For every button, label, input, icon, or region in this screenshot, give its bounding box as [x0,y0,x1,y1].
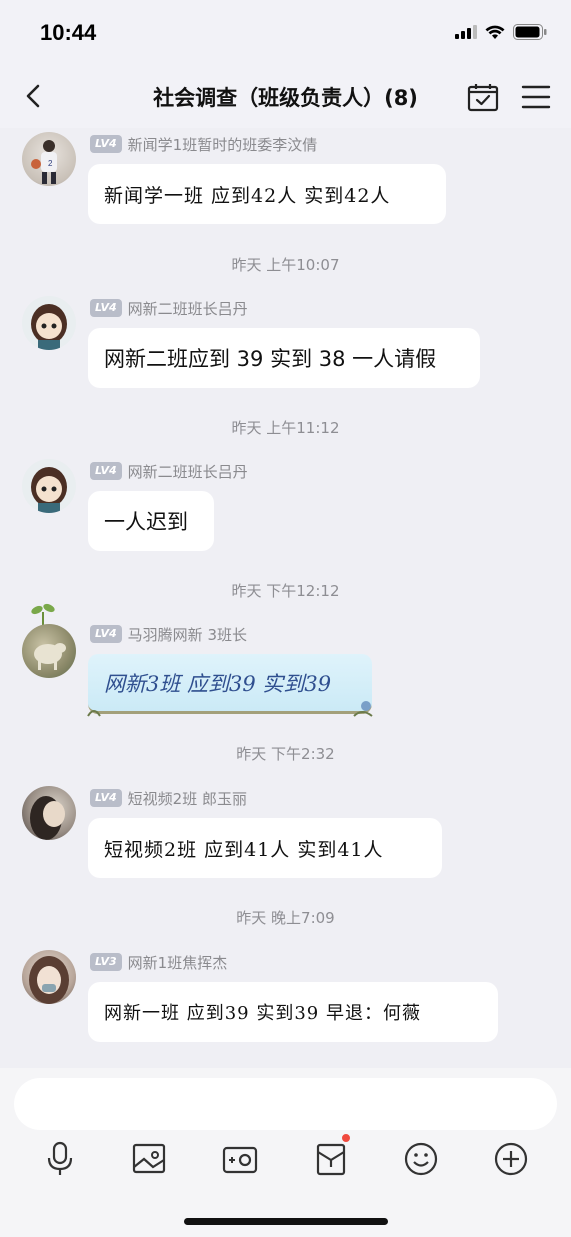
message-bubble[interactable]: 一人迟到 [88,491,214,551]
message-meta: LV4 网新二班班长吕丹 [90,461,248,481]
image-icon[interactable] [130,1140,168,1178]
timestamp: 昨天 下午12:12 [231,582,340,600]
timestamp: 昨天 晚上7:09 [236,909,335,927]
message-list[interactable]: 2 LV4 新闻学1班暂时的班委李汶倩 新闻学一班 应到42人 实到42人 昨天… [0,128,571,1068]
avatar[interactable] [22,459,76,513]
level-badge: LV4 [90,625,122,643]
plus-icon[interactable] [492,1140,530,1178]
timestamp: 昨天 上午10:07 [231,256,340,274]
sprout-icon [31,603,55,626]
svg-text:2: 2 [48,159,53,168]
menu-icon[interactable] [520,82,552,112]
sender-name: 网新1班焦挥杰 [127,953,228,972]
calendar-check-icon[interactable] [466,82,500,112]
message-meta: LV4 马羽腾网新 3班长 [90,624,247,644]
red-packet-icon[interactable] [312,1140,350,1178]
message-bubble[interactable]: 短视频2班 应到41人 实到41人 [88,818,442,878]
home-indicator[interactable] [184,1218,388,1225]
avatar[interactable] [22,950,76,1004]
level-badge: LV3 [90,953,122,971]
toolbar [0,1132,571,1180]
sender-name: 网新二班班长吕丹 [127,462,248,481]
notification-dot [340,1132,352,1144]
timestamp: 昨天 下午2:32 [236,745,335,763]
avatar-image [30,796,65,840]
message-meta: LV3 网新1班焦挥杰 [90,952,227,972]
message-bubble[interactable]: 新闻学一班 应到42人 实到42人 [88,164,446,224]
bubble-decoration [87,701,373,717]
sender-name: 新闻学1班暂时的班委李汶倩 [127,135,318,154]
avatar-image [29,956,69,1004]
sender-name: 短视频2班 郎玉丽 [127,789,247,808]
battery-icon [513,24,547,40]
level-badge: LV4 [90,135,122,153]
avatar[interactable]: 2 [22,132,76,186]
input-bar [0,1068,571,1237]
microphone-icon[interactable] [41,1140,79,1178]
status-bar: 10:44 [0,0,571,64]
camera-icon[interactable] [221,1140,259,1178]
sender-name: 网新二班班长吕丹 [127,299,248,318]
avatar-image: 2 [31,140,57,184]
sender-name: 马羽腾网新 3班长 [127,625,247,644]
avatar[interactable] [22,624,76,678]
avatar-image [31,467,67,513]
message-bubble[interactable]: 网新一班 应到39 实到39 早退：何薇 [88,982,498,1042]
avatar[interactable] [22,786,76,840]
chat-header: 社会调查（班级负责人）(8) [0,64,571,128]
level-badge: LV4 [90,462,122,480]
message-meta: LV4 短视频2班 郎玉丽 [90,788,247,808]
level-badge: LV4 [90,299,122,317]
timestamp: 昨天 上午11:12 [231,419,340,437]
message-meta: LV4 新闻学1班暂时的班委李汶倩 [90,134,317,154]
message-input[interactable] [14,1078,557,1130]
wifi-icon [485,25,505,39]
emoji-icon[interactable] [402,1140,440,1178]
avatar[interactable] [22,296,76,350]
avatar-image [31,304,67,350]
message-meta: LV4 网新二班班长吕丹 [90,298,248,318]
status-icons [455,24,547,40]
level-badge: LV4 [90,789,122,807]
avatar-image [34,643,66,670]
message-bubble[interactable]: 网新二班应到 39 实到 38 一人请假 [88,328,480,388]
signal-icon [455,25,477,39]
status-time: 10:44 [40,20,97,45]
